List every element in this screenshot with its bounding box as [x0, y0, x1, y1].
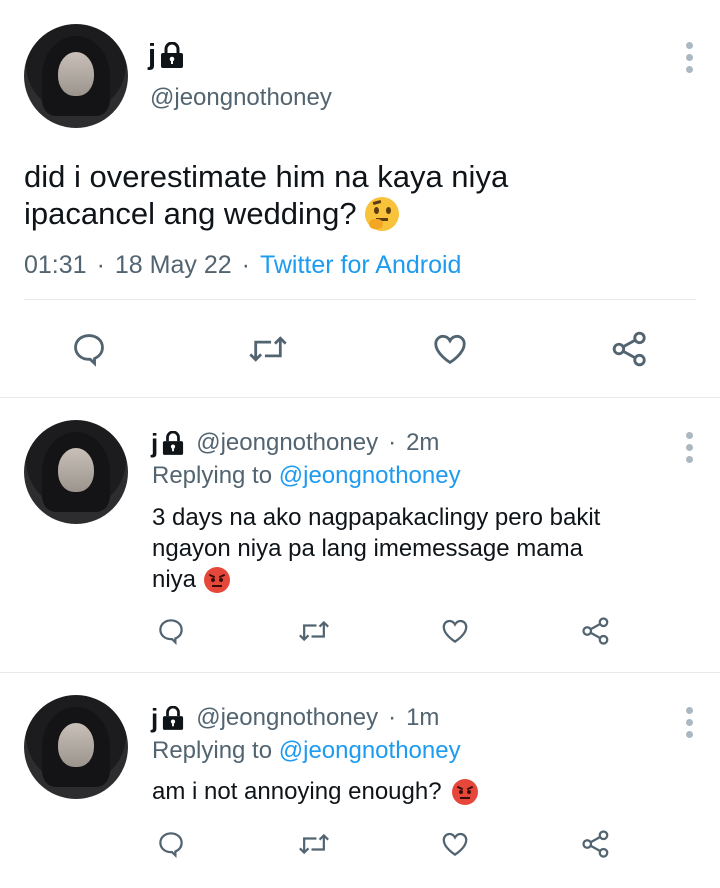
reply-button[interactable]: [156, 829, 186, 859]
main-tweet: j @jeongnothoney did i overestimate him …: [0, 0, 720, 397]
tweet-date: 18 May 22: [114, 251, 232, 279]
more-vertical-icon[interactable]: [686, 42, 693, 78]
reply-text: 3 days na ako nagpapakaclingy pero bakit…: [152, 502, 600, 595]
replying-prefix: Replying to: [152, 737, 273, 764]
share-icon: [582, 830, 609, 858]
pouting-face-icon: [204, 566, 231, 593]
reply-tweet[interactable]: j @jeongnothoney · 2m Replying to @jeong…: [0, 398, 720, 672]
retweet-button[interactable]: [298, 829, 330, 859]
replying-to: Replying to @jeongnothoney: [152, 737, 461, 765]
heart-icon: [442, 832, 468, 856]
display-name[interactable]: j: [151, 428, 158, 459]
heart-icon: [442, 619, 468, 643]
display-name[interactable]: j: [148, 39, 156, 72]
reply-icon: [159, 832, 183, 859]
like-button[interactable]: [439, 616, 471, 646]
tweet-time: 01:31: [24, 251, 87, 279]
thinking-face-icon: [364, 196, 399, 231]
meta-separator: ·: [96, 251, 105, 279]
replying-prefix: Replying to: [152, 462, 273, 489]
lock-icon: [162, 706, 184, 730]
retweet-button[interactable]: [298, 616, 330, 646]
share-button[interactable]: [580, 616, 612, 646]
reply-text-line: am i not annoying enough?: [152, 778, 442, 805]
reply-text-line: ngayon niya pa lang imemessage mama: [152, 535, 583, 562]
more-vertical-icon[interactable]: [686, 432, 693, 468]
share-button[interactable]: [610, 330, 650, 368]
reply-text-line: niya: [152, 566, 197, 593]
reply-icon: [74, 334, 104, 367]
replying-handle[interactable]: @jeongnothoney: [279, 737, 461, 764]
lock-icon: [162, 431, 184, 455]
tweet-text-line: did i overestimate him na kaya niya: [24, 159, 509, 194]
like-button[interactable]: [439, 829, 471, 859]
share-button[interactable]: [580, 829, 612, 859]
meta-separator: ·: [388, 429, 397, 456]
heart-icon: [434, 334, 466, 365]
divider: [24, 299, 696, 300]
retweet-icon: [299, 620, 329, 642]
time-ago: 1m: [406, 704, 440, 731]
reply-button[interactable]: [156, 616, 186, 646]
more-vertical-icon[interactable]: [686, 707, 693, 743]
reply-text: am i not annoying enough?: [152, 776, 478, 807]
retweet-icon: [299, 833, 329, 855]
share-icon: [612, 331, 646, 367]
tweet-source[interactable]: Twitter for Android: [260, 251, 461, 280]
tweet-text: did i overestimate him na kaya niya ipac…: [24, 158, 704, 232]
lock-icon: [160, 42, 184, 68]
tweet-text-line: ipacancel ang wedding?: [24, 196, 357, 231]
avatar[interactable]: [24, 695, 128, 799]
avatar[interactable]: [24, 420, 128, 524]
reply-icon: [159, 619, 183, 646]
display-name[interactable]: j: [151, 703, 158, 734]
retweet-icon: [249, 336, 287, 362]
share-icon: [582, 617, 609, 645]
reply-text-line: 3 days na ako nagpapakaclingy pero bakit: [152, 504, 601, 531]
tweet-meta: 01:31 · 18 May 22 · Twitter for Android: [24, 251, 461, 280]
replying-to: Replying to @jeongnothoney: [152, 462, 461, 490]
meta-separator: ·: [388, 704, 397, 731]
pouting-face-icon: [451, 778, 478, 805]
meta-separator: ·: [241, 251, 250, 279]
handle[interactable]: @jeongnothoney: [196, 429, 378, 457]
handle[interactable]: @jeongnothoney: [196, 704, 378, 732]
avatar[interactable]: [24, 24, 128, 128]
reply-tweet[interactable]: j @jeongnothoney · 1m Replying to @jeong…: [0, 673, 720, 888]
handle[interactable]: @jeongnothoney: [150, 84, 332, 112]
retweet-button[interactable]: [248, 330, 288, 368]
reply-button[interactable]: [70, 330, 108, 368]
replying-handle[interactable]: @jeongnothoney: [279, 462, 461, 489]
time-ago: 2m: [406, 429, 440, 456]
like-button[interactable]: [430, 330, 470, 368]
